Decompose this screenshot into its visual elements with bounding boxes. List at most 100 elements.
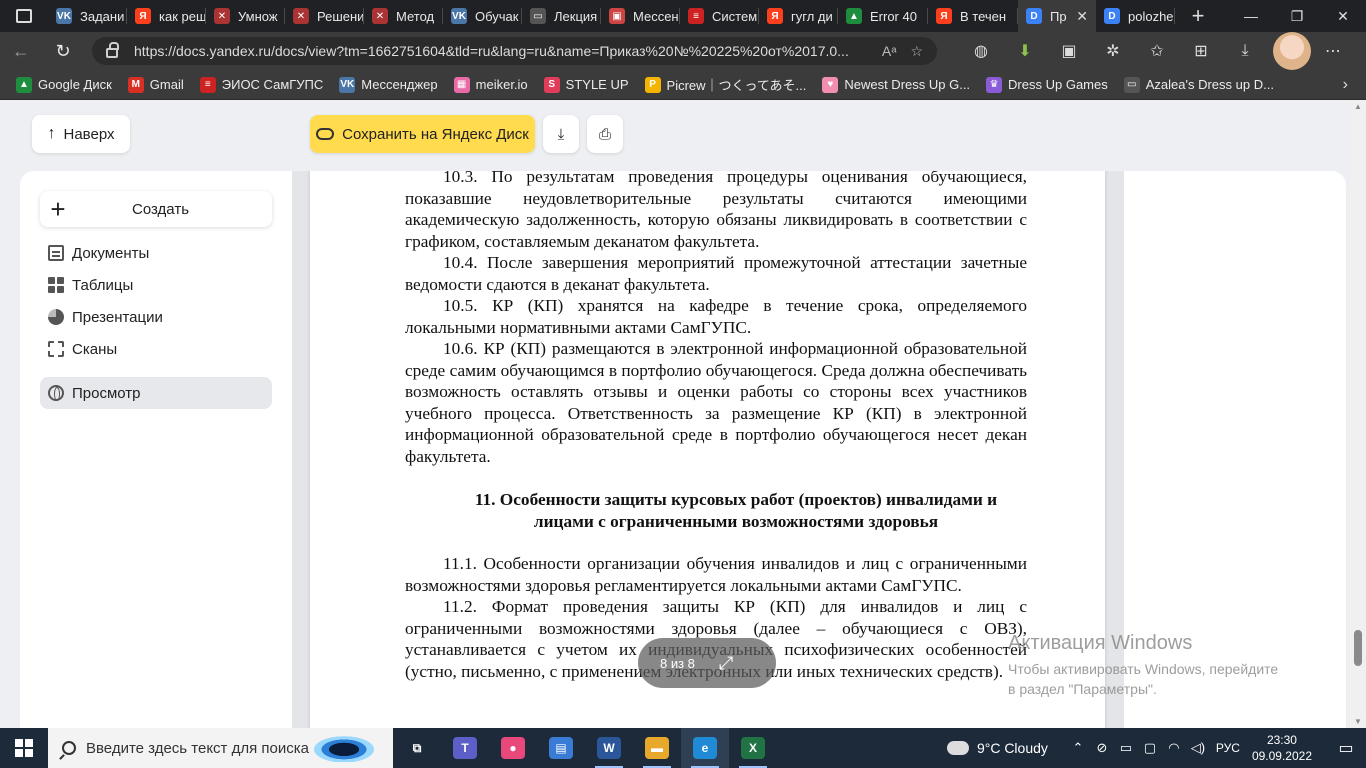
taskbar-app[interactable]: W — [585, 728, 633, 768]
download-button[interactable]: ⤓ — [543, 115, 579, 153]
minimize-button[interactable]: — — [1228, 0, 1274, 32]
bookmark-item[interactable]: P Picrew｜つくってあそ... — [644, 75, 806, 94]
globe-icon[interactable]: ◍ — [959, 32, 1003, 70]
network-icon[interactable]: ⊘ — [1090, 740, 1114, 756]
read-aloud-icon[interactable]: Aᵃ — [882, 43, 897, 60]
sidebar-item-scans[interactable]: Сканы — [40, 333, 272, 365]
teams-icon: T — [453, 737, 477, 759]
scroll-down-arrow-icon[interactable]: ▼ — [1354, 717, 1362, 726]
save-to-disk-button[interactable]: Сохранить на Яндекс Диск — [310, 115, 535, 153]
browser-tab[interactable]: ▣ Мессен — [601, 0, 680, 32]
download-extension-icon[interactable]: ⬇ — [1003, 32, 1047, 70]
browser-tab[interactable]: D Пр ✕ — [1018, 0, 1096, 32]
reload-button[interactable]: ↻ — [42, 32, 84, 70]
weather-text: 9°C Cloudy — [976, 740, 1048, 756]
url-field[interactable]: https://docs.yandex.ru/docs/view?tm=1662… — [92, 37, 937, 65]
close-tab-icon[interactable]: ✕ — [1076, 8, 1088, 25]
search-icon — [62, 741, 76, 755]
scroll-up-button[interactable]: ↑ Наверх — [32, 115, 130, 153]
browser-tab[interactable]: Якак реш — [127, 0, 206, 32]
collections-extension-icon[interactable]: ▣ — [1047, 32, 1091, 70]
weather-widget[interactable]: 9°C Cloudy — [946, 740, 1048, 756]
volume-icon[interactable]: ◁) — [1186, 740, 1210, 756]
sidebar-item-view[interactable]: Просмотр — [40, 377, 272, 409]
tab-title: Лекция — [554, 8, 598, 24]
bookmark-item[interactable]: ▦ meiker.io — [453, 76, 528, 93]
battery-icon[interactable]: ▭ — [1114, 740, 1138, 756]
close-window-button[interactable]: ✕ — [1320, 0, 1366, 32]
profile-avatar[interactable] — [1267, 32, 1311, 70]
bookmark-item[interactable]: ▭ Azalea's Dress up D... — [1123, 76, 1274, 93]
scroll-up-arrow-icon[interactable]: ▲ — [1354, 102, 1362, 111]
bookmark-item[interactable]: M Gmail — [127, 76, 184, 93]
restore-button[interactable]: ❐ — [1274, 0, 1320, 32]
browser-tab[interactable]: Я В течен — [928, 0, 1018, 32]
browser-tab[interactable]: ✕ Метод — [364, 0, 443, 32]
print-button[interactable]: ⎙ — [587, 115, 623, 153]
browser-tab[interactable]: VK Обучак — [443, 0, 522, 32]
sidebar-item-label: Презентации — [72, 308, 163, 326]
downloads-icon[interactable]: ⤓ — [1223, 32, 1267, 70]
bookmarks-more-icon[interactable]: › — [1343, 76, 1348, 94]
bookmark-label: Newest Dress Up G... — [844, 77, 971, 92]
page-scrollbar[interactable]: ▲ ▼ — [1350, 100, 1366, 728]
add-favorite-icon[interactable]: ☆ — [910, 43, 923, 60]
browser-tab[interactable]: ✕ Решени — [285, 0, 364, 32]
tab-actions-button[interactable] — [0, 0, 48, 32]
bookmark-label: Gmail — [149, 77, 184, 92]
taskbar-app[interactable]: X — [729, 728, 777, 768]
meet-now-icon[interactable]: ▢ — [1138, 740, 1162, 756]
tools-icon: ✕ — [214, 8, 230, 24]
tools-icon: ✕ — [293, 8, 309, 24]
sidebar-item-tables[interactable]: Таблицы — [40, 269, 272, 301]
favorites-icon[interactable]: ✩ — [1135, 32, 1179, 70]
taskbar-app[interactable]: T — [441, 728, 489, 768]
taskbar-app[interactable]: ▬ — [633, 728, 681, 768]
sidebar-item-documents[interactable]: Документы — [40, 237, 272, 269]
browser-tab[interactable]: ▭ Лекция — [522, 0, 601, 32]
taskbar-app[interactable]: e — [681, 728, 729, 768]
bookmark-item[interactable]: ♛ Dress Up Games — [986, 76, 1108, 93]
wifi-icon[interactable]: ◠ — [1162, 740, 1186, 756]
browser-tab[interactable]: Dpolozhe — [1096, 0, 1175, 32]
bookmarks-bar: ▲ Google Диск M Gmail ≡ ЭИОС СамГУПС VK Мессенд… — [0, 70, 1366, 100]
windows-logo-icon — [15, 739, 33, 757]
search-highlight-image — [309, 734, 379, 762]
clock[interactable]: 23:30 09.09.2022 — [1252, 732, 1312, 764]
bookmark-item[interactable]: ▲ Google Диск — [16, 76, 112, 93]
settings-menu-icon[interactable]: ⋯ — [1311, 32, 1355, 70]
browser-tab[interactable]: Ягугл ди — [759, 0, 838, 32]
collections-icon[interactable]: ⊞ — [1179, 32, 1223, 70]
create-button[interactable]: + Создать — [40, 191, 272, 227]
browser-tab[interactable]: ▲ Error 40 — [838, 0, 928, 32]
chevron-up-icon[interactable]: ⌃ — [1066, 740, 1090, 756]
taskbar-search-box[interactable]: Введите здесь текст для поиска — [48, 728, 393, 768]
bookmark-item[interactable]: ♥ Newest Dress Up G... — [822, 76, 971, 93]
taskbar-app[interactable]: ● — [489, 728, 537, 768]
tab-actions-icon — [16, 9, 32, 23]
bookmark-item[interactable]: ≡ ЭИОС СамГУПС — [199, 76, 323, 93]
bookmark-item[interactable]: VK Мессенджер — [339, 76, 438, 93]
documents-icon — [48, 245, 64, 261]
taskbar-app[interactable]: ▤ — [537, 728, 585, 768]
back-button[interactable]: ← — [0, 32, 42, 70]
language-indicator[interactable]: РУС — [1216, 741, 1240, 755]
new-tab-button[interactable]: + — [1175, 0, 1221, 32]
browser-tab[interactable]: ✕ Умнож — [206, 0, 285, 32]
sidebar-item-presentations[interactable]: Презентации — [40, 301, 272, 333]
taskbar-app[interactable]: ⧉ — [393, 728, 441, 768]
browser-tab[interactable]: VK Задани — [48, 0, 127, 32]
view-icon — [48, 385, 64, 401]
task-view-icon: ⧉ — [412, 740, 422, 755]
extensions-icon[interactable]: ✲ — [1091, 32, 1135, 70]
scrollbar-thumb[interactable] — [1354, 630, 1362, 666]
yandex-disk-icon — [316, 128, 335, 140]
start-button[interactable] — [0, 728, 48, 768]
yandex-icon: Я — [767, 8, 783, 24]
yandex-docs-icon: D — [1026, 8, 1042, 24]
browser-tab[interactable]: ≡ Систем — [680, 0, 759, 32]
bookmark-item[interactable]: S STYLE UP — [543, 76, 629, 93]
taskbar-search-placeholder: Введите здесь текст для поиска — [86, 739, 309, 757]
fullscreen-icon[interactable]: ⤢ — [719, 653, 733, 674]
notification-center-icon[interactable]: ▭ — [1326, 728, 1366, 768]
